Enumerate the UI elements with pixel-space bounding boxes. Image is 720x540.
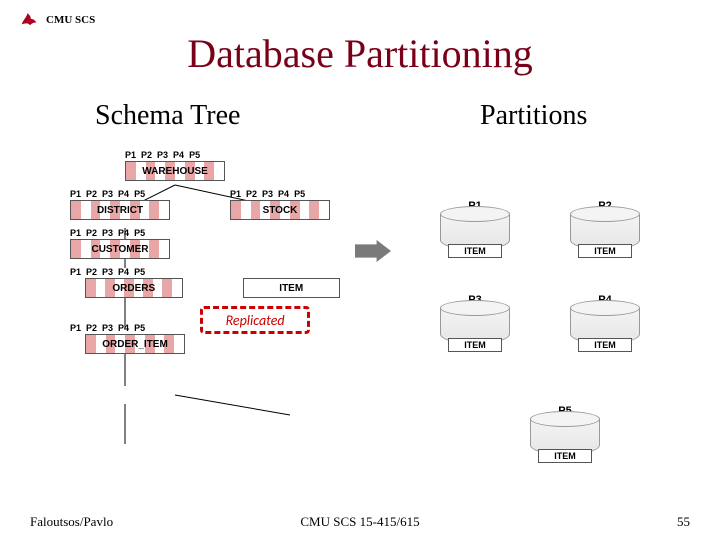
replicated-label: Replicated: [226, 312, 285, 329]
node-orders: ORDERS: [85, 278, 183, 298]
org-header: CMU SCS: [18, 6, 95, 33]
partition-p1: P1 ITEM: [410, 200, 540, 258]
node-label: ITEM: [279, 283, 303, 294]
item-pill: ITEM: [538, 449, 592, 463]
p-label: P1: [125, 150, 136, 160]
p-label: P2: [86, 323, 97, 333]
plabels-orders: P1 P2 P3 P4 P5 ORDERS ITEM: [70, 267, 340, 298]
item-pill: ITEM: [578, 244, 632, 258]
partition-p2: P2 ITEM: [540, 200, 670, 258]
p-label: P3: [157, 150, 168, 160]
p-label: P1: [70, 323, 81, 333]
p-label: P2: [246, 189, 257, 199]
partition-p4: P4 ITEM: [540, 294, 670, 352]
p-label: P1: [230, 189, 241, 199]
partition-labels: P1 P2 P3 P4 P5: [70, 189, 170, 199]
slide-footer: Faloutsos/Pavlo CMU SCS 15-415/615 55: [0, 514, 720, 530]
node-label: ORDERS: [112, 283, 155, 294]
p-label: P4: [173, 150, 184, 160]
org-label: CMU SCS: [46, 14, 95, 26]
schema-tree: P1 P2 P3 P4 P5 WAREHOUSE P1 P2 P3 P4 P5 …: [70, 150, 340, 362]
node-label: CUSTOMER: [91, 244, 148, 255]
partition-labels: P1 P2 P3 P4 P5: [70, 228, 340, 238]
p-label: P5: [134, 228, 145, 238]
p-label: P4: [118, 228, 129, 238]
p-label: P2: [86, 189, 97, 199]
partitions-grid: P1 ITEM P2 ITEM P3 ITEM P4 ITEM: [410, 200, 670, 352]
node-label: ORDER_ITEM: [102, 339, 168, 350]
p-label: P4: [278, 189, 289, 199]
node-warehouse: P1 P2 P3 P4 P5 WAREHOUSE: [125, 150, 340, 181]
p-label: P1: [70, 189, 81, 199]
p-label: P1: [70, 228, 81, 238]
p-label: P3: [102, 267, 113, 277]
p-label: P2: [141, 150, 152, 160]
node-order-item: ORDER_ITEM: [85, 334, 185, 354]
item-pill: ITEM: [448, 244, 502, 258]
p-label: P4: [118, 189, 129, 199]
griffin-icon: [18, 6, 40, 33]
p-label: P5: [134, 323, 145, 333]
p-label: P5: [189, 150, 200, 160]
node-item: ITEM: [243, 278, 341, 298]
p-label: P3: [102, 189, 113, 199]
p-label: P4: [118, 267, 129, 277]
partition-labels: P1 P2 P3 P4 P5: [230, 189, 330, 199]
partition-p3: P3 ITEM: [410, 294, 540, 352]
node-label: STOCK: [263, 205, 298, 216]
subtitle-schema-tree: Schema Tree: [95, 100, 240, 132]
p-label: P5: [134, 189, 145, 199]
partition-labels: P1 P2 P3 P4 P5: [125, 150, 340, 160]
footer-center: CMU SCS 15-415/615: [0, 514, 720, 530]
subtitle-partitions: Partitions: [480, 100, 587, 132]
node-label: DISTRICT: [97, 205, 143, 216]
item-pill: ITEM: [578, 338, 632, 352]
item-pill: ITEM: [448, 338, 502, 352]
p-label: P5: [294, 189, 305, 199]
partition-labels: P1 P2 P3 P4 P5: [70, 267, 340, 277]
p-label: P4: [118, 323, 129, 333]
node-stock: P1 P2 P3 P4 P5 STOCK: [230, 189, 330, 220]
p-label: P3: [262, 189, 273, 199]
node-customer: P1 P2 P3 P4 P5 CUSTOMER: [70, 228, 340, 259]
arrow-icon: [355, 240, 391, 262]
node-district: P1 P2 P3 P4 P5 DISTRICT: [70, 189, 170, 220]
p-label: P5: [134, 267, 145, 277]
node-label: WAREHOUSE: [142, 166, 208, 177]
p-label: P1: [70, 267, 81, 277]
p-label: P2: [86, 267, 97, 277]
slide-title: Database Partitioning: [0, 30, 720, 77]
partition-p5: P5 ITEM: [530, 405, 600, 463]
p-label: P3: [102, 228, 113, 238]
replicated-box: Replicated: [200, 306, 310, 334]
partition-labels: P1 P2 P3 P4 P5: [70, 323, 145, 333]
p-label: P2: [86, 228, 97, 238]
p-label: P3: [102, 323, 113, 333]
